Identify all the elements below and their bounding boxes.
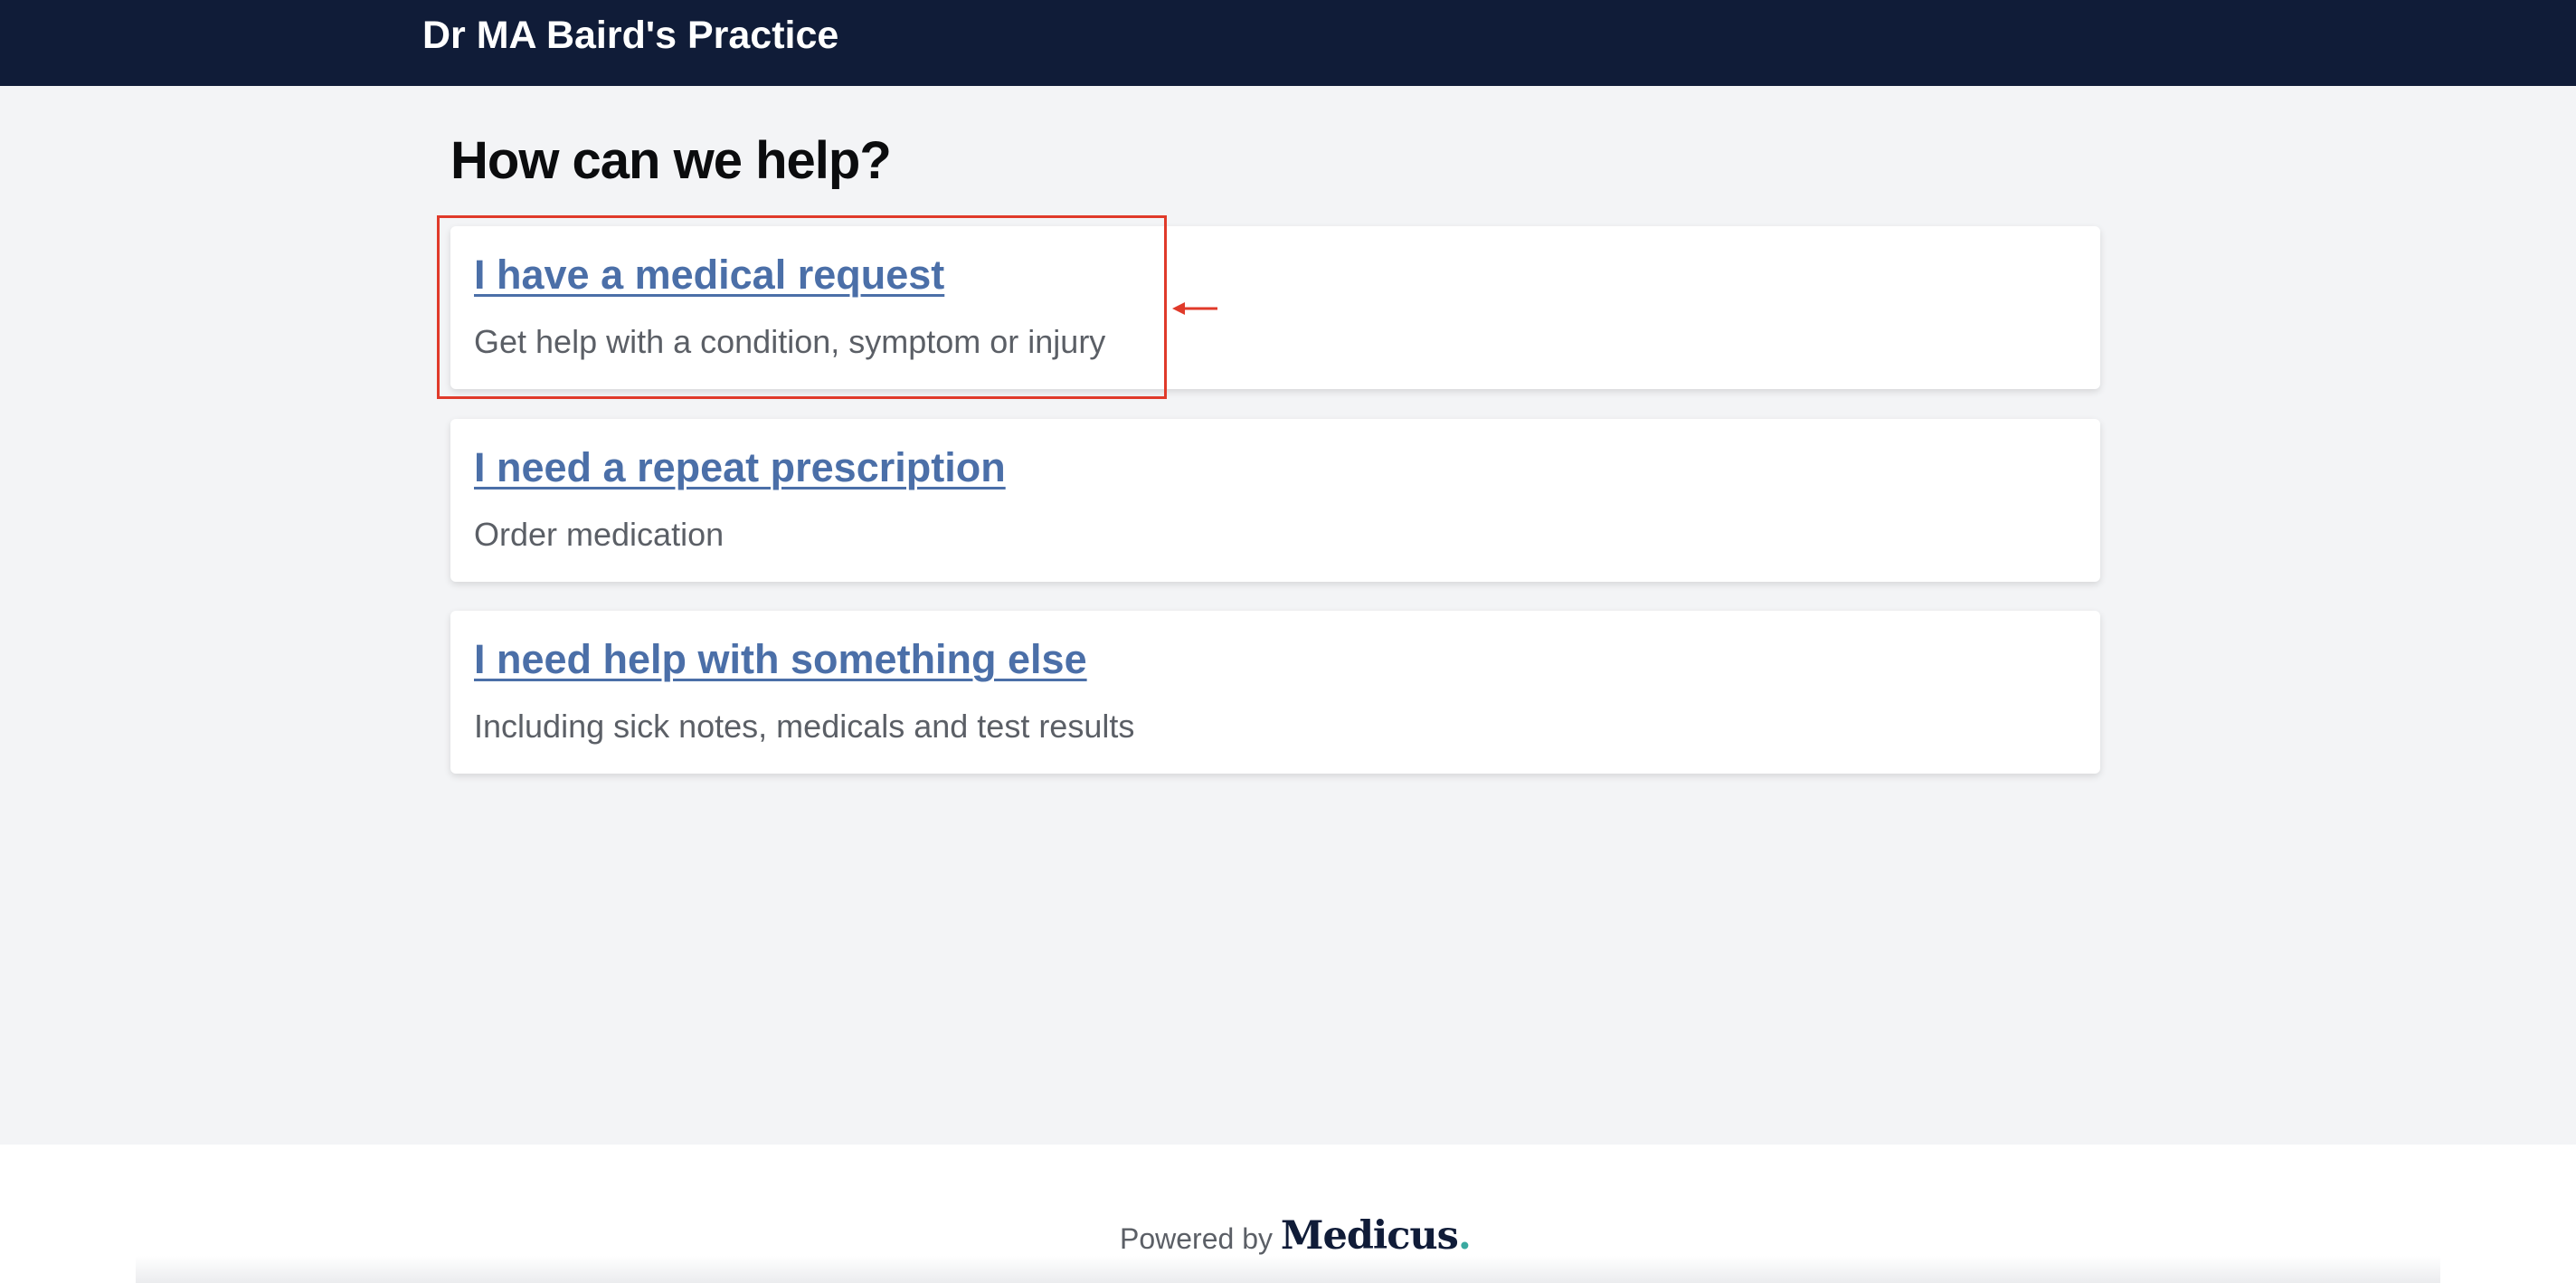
medicus-logo-dot: . — [1457, 1213, 1472, 1259]
main-content: How can we help? I have a medical reques… — [0, 86, 2576, 1145]
option-card-repeat-prescription[interactable]: I need a repeat prescription Order medic… — [450, 419, 2100, 582]
practice-name: Dr MA Baird's Practice — [422, 14, 839, 57]
medical-request-description: Get help with a condition, symptom or in… — [474, 323, 1106, 360]
page-title: How can we help? — [450, 131, 892, 190]
site-header: Dr MA Baird's Practice — [0, 0, 2576, 86]
footer-shadow — [136, 1256, 2440, 1283]
something-else-description: Including sick notes, medicals and test … — [474, 708, 1135, 745]
something-else-link[interactable]: I need help with something else — [474, 634, 1087, 685]
medicus-logo: Medicus — [1280, 1213, 1459, 1259]
site-footer: Powered by Medicus. — [0, 1145, 2576, 1283]
option-card-something-else[interactable]: I need help with something else Includin… — [450, 611, 2100, 774]
powered-by-label: Powered by — [1120, 1222, 1281, 1255]
repeat-prescription-link[interactable]: I need a repeat prescription — [474, 442, 1006, 493]
left-arrow-icon — [1172, 302, 1217, 315]
medical-request-link[interactable]: I have a medical request — [474, 250, 944, 300]
powered-by: Powered by Medicus. — [1120, 1213, 1472, 1259]
option-card-medical-request[interactable]: I have a medical request Get help with a… — [450, 226, 2100, 389]
repeat-prescription-description: Order medication — [474, 516, 724, 553]
